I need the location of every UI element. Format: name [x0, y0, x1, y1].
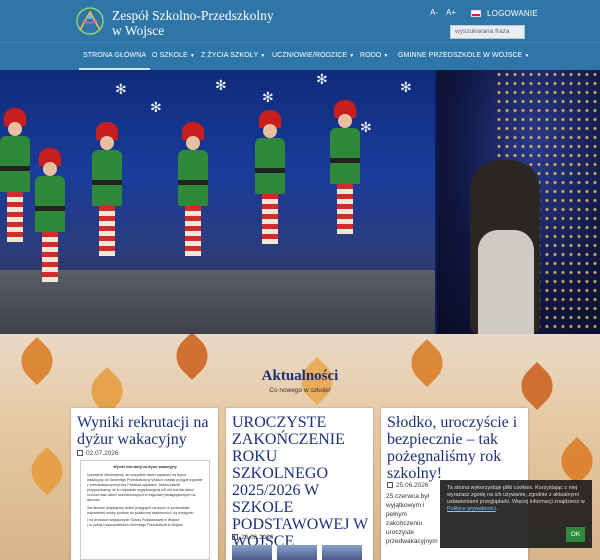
news-card-date-value: 25.06.2026 — [396, 482, 429, 489]
cookie-more-text: Więcej informacji znajdziesz w — [512, 499, 585, 505]
calendar-icon — [387, 482, 393, 488]
school-logo-icon[interactable] — [74, 6, 106, 36]
font-decrease-button[interactable]: A- — [430, 8, 438, 17]
snowflake-icon: ✻ — [262, 90, 274, 106]
calendar-icon — [232, 534, 238, 540]
news-card-date: 26.06.2026 — [232, 534, 274, 541]
site-title[interactable]: Zespół Szkolno-Przedszkolny w Wojsce — [112, 8, 274, 38]
cookie-ok-button[interactable]: OK — [566, 527, 585, 542]
nav-school-life-label: Z ŻYCIA SZKOŁY — [201, 52, 259, 59]
nav-rodo-label: RODO — [360, 52, 382, 59]
privacy-policy-link[interactable]: Polityce prywatności — [447, 506, 496, 512]
chevron-down-icon: ▼ — [260, 53, 266, 59]
news-card-excerpt: 25 czerwca był wyjątkowym i pełnym zakoń… — [386, 493, 438, 545]
site-title-line2: w Wojsce — [112, 23, 165, 38]
nav-kindergarten[interactable]: GMINNE PRZEDSZKOLE W WOJSCE ▼ — [398, 52, 530, 59]
doc-paragraph: Uprzejmie informujemy, że wszystkie dzie… — [87, 473, 203, 502]
news-card-title[interactable]: UROCZYSTE ZAKOŃCZENIE ROKU SZKOLNEGO 202… — [232, 414, 369, 550]
news-card-photos[interactable] — [232, 545, 367, 560]
news-card-title[interactable]: Słodko, uroczyście i bezpiecznie – tak p… — [387, 414, 524, 482]
stage-floor — [0, 270, 435, 334]
chevron-down-icon: ▼ — [524, 53, 530, 59]
snowflake-icon: ✻ — [400, 80, 412, 96]
nav-about-label: O SZKOLE — [152, 52, 188, 59]
nav-students-parents-label: UCZNIOWIE/RODZICE — [272, 52, 348, 59]
news-card-date: 25.06.2026 — [387, 482, 429, 489]
snowflake-icon: ✻ — [316, 72, 328, 88]
login-link[interactable]: LOGOWANIE — [487, 9, 538, 18]
snowflake-icon: ✻ — [115, 82, 127, 98]
performer-dress — [478, 230, 534, 334]
header-bar: Zespół Szkolno-Przedszkolny w Wojsce A- … — [0, 0, 600, 42]
nav-rodo[interactable]: RODO ▼ — [360, 52, 388, 59]
news-card-date: 02.07.2026 — [77, 450, 119, 457]
news-card-document-image[interactable]: Wyniki rekrutacji na dyżur wakacyjny Upr… — [80, 460, 210, 560]
chevron-down-icon: ▼ — [349, 53, 355, 59]
site-title-line1: Zespół Szkolno-Przedszkolny — [112, 8, 274, 23]
chevron-down-icon: ▼ — [189, 53, 195, 59]
news-card-date-value: 02.07.2026 — [86, 450, 119, 457]
doc-bullet: na drzwiach wejściowych Szkoły Podstawow… — [89, 518, 180, 522]
hero-photo: ✻ ✻ ✻ ✻ ✻ ✻ ✻ — [0, 70, 600, 334]
search-input[interactable]: wyszukiwana fraza — [450, 25, 525, 39]
news-subheading: Co nowego w szkole! — [269, 387, 331, 394]
snowflake-icon: ✻ — [150, 100, 162, 116]
nav-home[interactable]: STRONA GŁÓWNA — [78, 52, 151, 70]
nav-students-parents[interactable]: UCZNIOWIE/RODZICE ▼ — [272, 52, 354, 59]
nav-kindergarten-label: GMINNE PRZEDSZKOLE W WOJSCE — [398, 52, 523, 59]
news-card-title[interactable]: Wyniki rekrutacji na dyżur wakacyjny — [77, 414, 214, 448]
font-increase-button[interactable]: A+ — [446, 8, 456, 17]
chevron-down-icon: ▼ — [383, 53, 389, 59]
nav-about[interactable]: O SZKOLE ▼ — [152, 52, 195, 59]
news-card[interactable]: UROCZYSTE ZAKOŃCZENIE ROKU SZKOLNEGO 202… — [226, 408, 373, 560]
nav-school-life[interactable]: Z ŻYCIA SZKOŁY ▼ — [201, 52, 265, 59]
nav-home-label: STRONA GŁÓWNA — [83, 52, 147, 59]
doc-bullet: w pokoju nauczycielskim Gminnego Przedsz… — [89, 523, 184, 527]
snowflake-icon: ✻ — [360, 120, 372, 136]
news-card-date-value: 26.06.2026 — [241, 534, 274, 541]
snowflake-icon: ✻ — [215, 78, 227, 94]
doc-heading: Wyniki rekrutacji na dyżur wakacyjny — [113, 465, 177, 469]
doc-paragraph: Serdecznie dziękujemy dzieci przyjętych … — [87, 506, 194, 515]
calendar-icon — [77, 450, 83, 456]
pl-flag-icon[interactable] — [471, 10, 481, 17]
main-nav: STRONA GŁÓWNA O SZKOLE ▼ Z ŻYCIA SZKOŁY ▼ … — [0, 42, 600, 70]
news-heading: Aktualności — [261, 368, 339, 384]
